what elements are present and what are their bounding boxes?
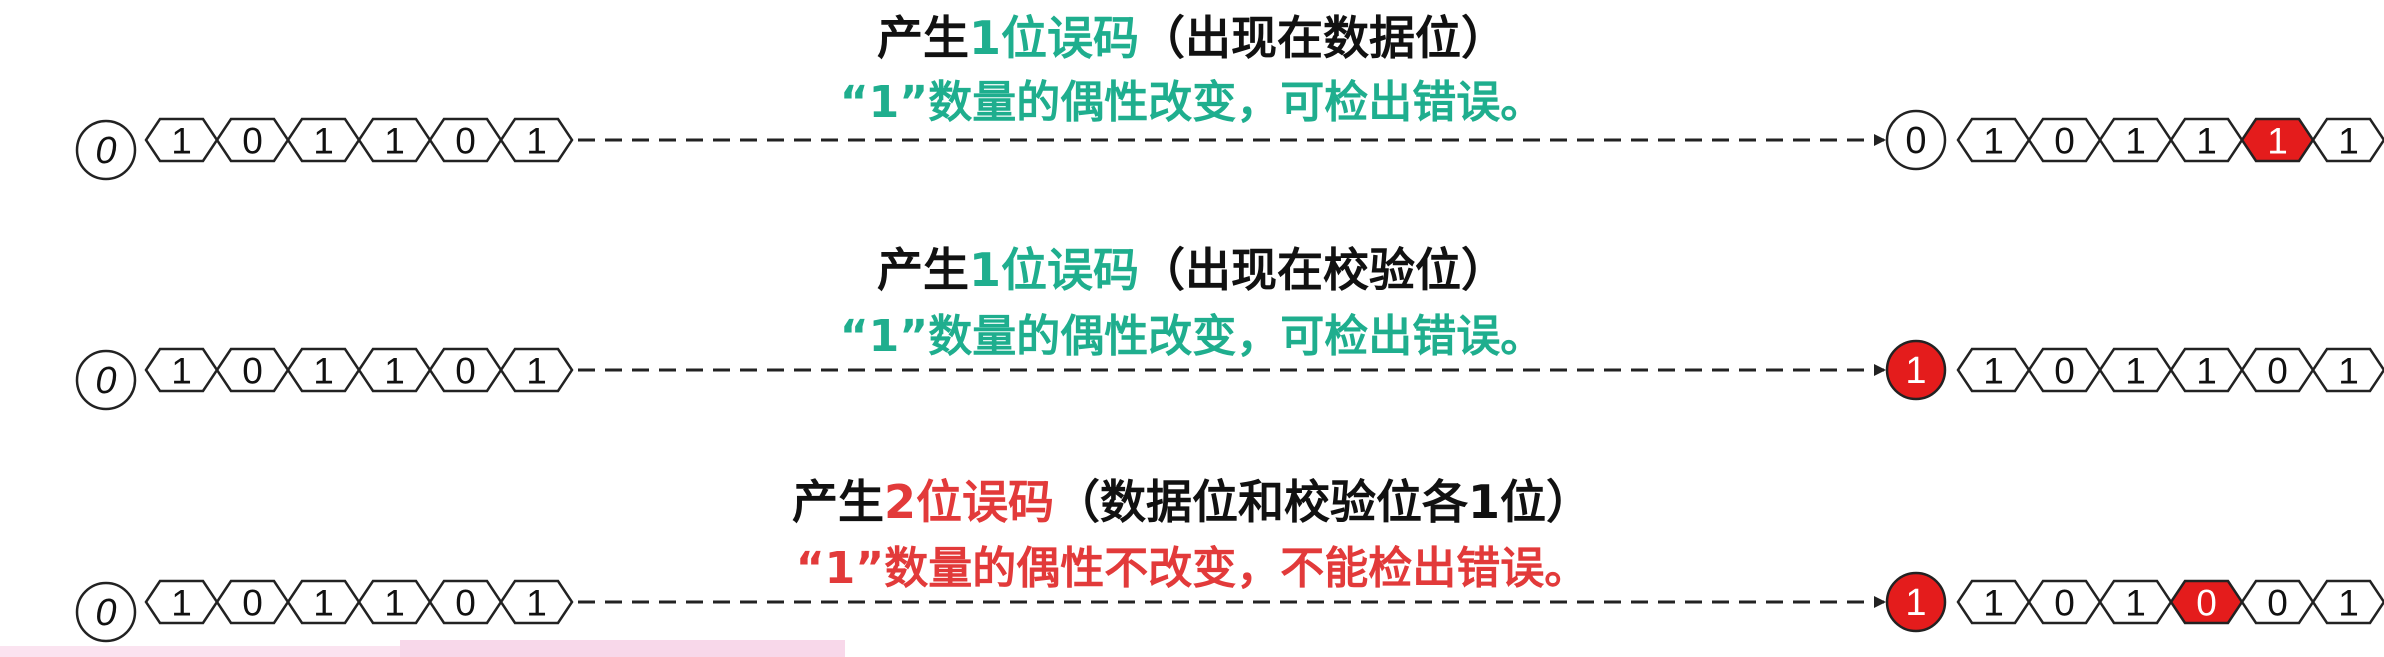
row2-left-bit-2-label: 0: [242, 351, 263, 392]
row1-left-parity-bit-label: 0: [95, 130, 116, 172]
bit-sequences-svg: 0 1 0 1 1 0 1 0 1 0 1 1 1 1 0 1 0 1 1 0 1 1 1 0 1 1 0 1 0 1 0 1 1 0 1 1 1 0 1 0…: [75, 109, 2384, 643]
row2-right-bit-4-label: 1: [2196, 351, 2217, 392]
bottom-decoration-bar: [0, 646, 400, 657]
row1-left-bit-1-label: 1: [171, 121, 192, 162]
row1-right-bit-6-label: 1: [2338, 121, 2359, 162]
row3-left-bit-4-label: 1: [384, 583, 405, 624]
row3-right-bit-5-label: 0: [2267, 583, 2288, 624]
row3-left-bit-5-label: 0: [455, 583, 476, 624]
row2-left-bit-1-label: 1: [171, 351, 192, 392]
row1-right-parity-bit-label: 0: [1905, 120, 1926, 162]
row3-left-bit-6-label: 1: [526, 583, 547, 624]
row2-left-bit-5-label: 0: [455, 351, 476, 392]
row3-right-bit-3-label: 1: [2125, 583, 2146, 624]
row3-right-bit-2-label: 0: [2054, 583, 2075, 624]
row2-right-bit-3-label: 1: [2125, 351, 2146, 392]
row1-left-bit-4-label: 1: [384, 121, 405, 162]
row1-right-bit-4-label: 1: [2196, 121, 2217, 162]
row2-left-bit-4-label: 1: [384, 351, 405, 392]
row2-right-parity-bit-label: 1: [1905, 350, 1926, 392]
row3-right-bit-6-label: 1: [2338, 583, 2359, 624]
row1-left-bit-2-label: 0: [242, 121, 263, 162]
row1-right-bit-2-label: 0: [2054, 121, 2075, 162]
row1-right-bit-3-label: 1: [2125, 121, 2146, 162]
row1-left-bit-3-label: 1: [313, 121, 334, 162]
row1-right-bit-1-label: 1: [1983, 121, 2004, 162]
row1-right-bit-5-label: 1: [2267, 121, 2288, 162]
row3-right-bit-1-label: 1: [1983, 583, 2004, 624]
bottom-decoration-bar: [400, 640, 845, 657]
parity-diagram: 产生1位误码（出现在数据位） “1”数量的偶性改变，可检出错误。 产生1位误码（…: [0, 0, 2384, 657]
row3-left-bit-2-label: 0: [242, 583, 263, 624]
row3-right-parity-bit-label: 1: [1905, 582, 1926, 624]
row2-left-parity-bit-label: 0: [95, 360, 116, 402]
row2-left-bit-6-label: 1: [526, 351, 547, 392]
row3-left-bit-1-label: 1: [171, 583, 192, 624]
row1-left-bit-6-label: 1: [526, 121, 547, 162]
row2-right-bit-6-label: 1: [2338, 351, 2359, 392]
row2-right-bit-1-label: 1: [1983, 351, 2004, 392]
row1-left-bit-5-label: 0: [455, 121, 476, 162]
row2-right-bit-5-label: 0: [2267, 351, 2288, 392]
row3-left-bit-3-label: 1: [313, 583, 334, 624]
row3-left-parity-bit-label: 0: [95, 592, 116, 634]
row3-right-bit-4-label: 0: [2196, 583, 2217, 624]
row2-left-bit-3-label: 1: [313, 351, 334, 392]
row2-right-bit-2-label: 0: [2054, 351, 2075, 392]
